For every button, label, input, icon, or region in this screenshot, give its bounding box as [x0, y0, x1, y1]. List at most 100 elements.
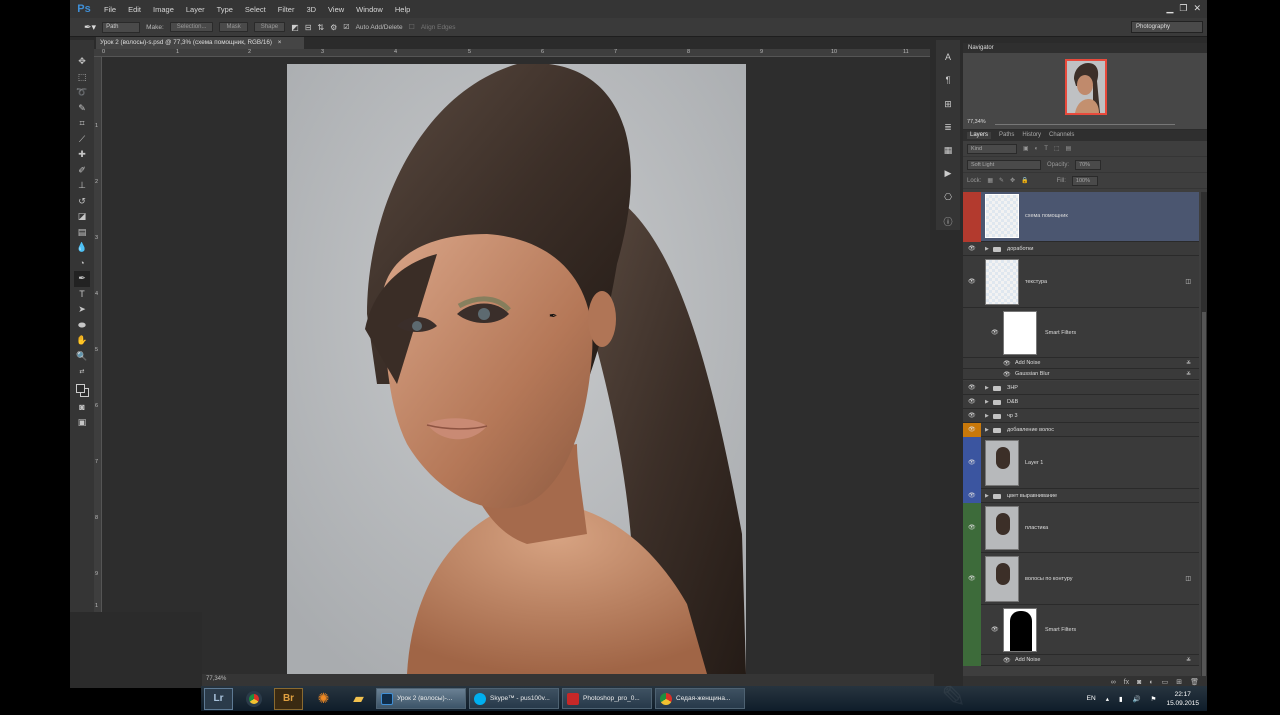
- layer-thumbnail[interactable]: [985, 259, 1019, 305]
- layer-name[interactable]: цвет выравнивание: [1007, 493, 1057, 499]
- layer-name[interactable]: доработки: [1007, 246, 1033, 252]
- visibility-eye-icon[interactable]: 👁: [968, 575, 976, 582]
- layer-row[interactable]: 👁 волосы по контуру ◫: [963, 553, 1199, 605]
- ellipse-tool-icon[interactable]: ⬬: [74, 318, 90, 334]
- firefox-icon[interactable]: ✺: [309, 688, 338, 710]
- fill-input[interactable]: 100%: [1071, 175, 1098, 186]
- menu-file[interactable]: File: [98, 5, 122, 14]
- marquee-tool-icon[interactable]: ⬚: [74, 70, 90, 86]
- blend-mode-select[interactable]: Soft Light: [967, 159, 1041, 170]
- network-icon[interactable]: ▮: [1119, 695, 1123, 703]
- mask-button[interactable]: Mask: [219, 22, 248, 32]
- dodge-tool-icon[interactable]: ◔: [74, 256, 90, 272]
- layer-group-row[interactable]: 👁 ▶ цвет выравнивание: [963, 489, 1199, 503]
- filter-pixel-icon[interactable]: ▣: [1023, 145, 1029, 152]
- layer-group-row[interactable]: 👁 ▶ доработки: [963, 242, 1199, 256]
- selection-button[interactable]: Selection...: [169, 22, 214, 32]
- menu-type[interactable]: Type: [211, 5, 239, 14]
- history-brush-tool-icon[interactable]: ↺: [74, 194, 90, 210]
- filter-smart-object-icon[interactable]: ▤: [1066, 145, 1072, 152]
- layer-name[interactable]: добавление волос: [1007, 427, 1054, 433]
- zoom-tool-icon[interactable]: 🔍: [74, 349, 90, 365]
- layer-name[interactable]: схема помощник: [1025, 213, 1068, 219]
- restore-icon[interactable]: ❐: [1179, 3, 1187, 14]
- portrait-photo[interactable]: ✒: [287, 64, 746, 674]
- navigator-zoom-value[interactable]: 77,34%: [967, 119, 986, 125]
- navigator-zoom-slider[interactable]: [995, 124, 1175, 125]
- visibility-eye-icon[interactable]: 👁: [1003, 360, 1011, 367]
- layer-name[interactable]: D&B: [1007, 399, 1018, 405]
- visibility-eye-icon[interactable]: 👁: [968, 426, 976, 433]
- vertical-ruler[interactable]: 1 2 3 4 5 6 7 8 9 1: [94, 57, 102, 613]
- path-arrangement-icon[interactable]: ⇅: [317, 23, 324, 32]
- file-explorer-icon[interactable]: ▰: [344, 688, 373, 710]
- expand-arrow-icon[interactable]: ▶: [985, 427, 989, 433]
- auto-add-delete-checkbox[interactable]: ☑: [343, 23, 349, 31]
- lock-position-icon[interactable]: ✥: [1010, 177, 1015, 184]
- minimize-icon[interactable]: ▁: [1166, 3, 1173, 14]
- screen-mode-icon[interactable]: ▣: [74, 415, 90, 431]
- menu-select[interactable]: Select: [239, 5, 272, 14]
- bridge-icon[interactable]: Br: [274, 687, 303, 710]
- brush-tool-icon[interactable]: ✐: [74, 163, 90, 179]
- layer-name[interactable]: чр 3: [1007, 413, 1018, 419]
- filter-mask-thumbnail[interactable]: [1003, 608, 1037, 652]
- layer-name[interactable]: Smart Filters: [1045, 330, 1076, 336]
- layer-row[interactable]: 👁 пластика: [963, 503, 1199, 553]
- visibility-eye-icon[interactable]: 👁: [968, 245, 976, 252]
- chrome-icon[interactable]: [239, 688, 268, 710]
- layer-name[interactable]: Gaussian Blur: [1015, 371, 1050, 377]
- gradient-tool-icon[interactable]: ▤: [74, 225, 90, 241]
- visibility-eye-icon[interactable]: 👁: [1003, 657, 1011, 664]
- visibility-eye-icon[interactable]: 👁: [1003, 371, 1011, 378]
- adjustments-panel-icon[interactable]: ⊞: [944, 99, 952, 114]
- new-adjustment-icon[interactable]: ◐: [1149, 679, 1153, 686]
- menu-window[interactable]: Window: [350, 5, 389, 14]
- pen-tool-icon[interactable]: ✒: [74, 271, 90, 287]
- hand-tool-icon[interactable]: ✋: [74, 333, 90, 349]
- taskbar-chrome[interactable]: Седая-женщина...: [655, 688, 745, 709]
- default-colors-icon[interactable]: ⇄: [74, 364, 90, 380]
- expand-arrow-icon[interactable]: ▶: [985, 413, 989, 419]
- tab-history[interactable]: History: [1022, 132, 1041, 139]
- healing-brush-tool-icon[interactable]: ✚: [74, 147, 90, 163]
- visibility-eye-icon[interactable]: 👁: [968, 524, 976, 531]
- eyedropper-tool-icon[interactable]: ⟋: [74, 132, 90, 148]
- filter-row[interactable]: 👁 Add Noise ≚: [963, 655, 1199, 666]
- expand-arrow-icon[interactable]: ▶: [985, 385, 989, 391]
- new-layer-icon[interactable]: ⊞: [1176, 678, 1182, 686]
- scrollbar-thumb[interactable]: [1202, 312, 1206, 688]
- navigator-title[interactable]: Navigator: [968, 45, 994, 51]
- layer-group-row[interactable]: 👁 ▶ ЗНР: [963, 381, 1199, 395]
- visibility-eye-icon[interactable]: 👁: [968, 492, 976, 499]
- settings-gear-icon[interactable]: ⚙: [330, 23, 337, 32]
- filter-mask-thumbnail[interactable]: [1003, 311, 1037, 355]
- layer-name[interactable]: текстура: [1025, 279, 1047, 285]
- filter-options-icon[interactable]: ≚: [1186, 657, 1191, 664]
- menu-layer[interactable]: Layer: [180, 5, 211, 14]
- filter-row[interactable]: 👁 Add Noise ≚: [963, 358, 1199, 369]
- align-edges-checkbox[interactable]: ☐: [409, 23, 415, 31]
- foreground-color-swatch[interactable]: [76, 383, 85, 393]
- language-indicator[interactable]: EN: [1087, 695, 1096, 702]
- clone-stamp-tool-icon[interactable]: ⊥: [74, 178, 90, 194]
- layer-thumbnail[interactable]: [985, 506, 1019, 550]
- smart-filters-row[interactable]: 👁 Smart Filters: [963, 308, 1199, 358]
- new-group-icon[interactable]: ▭: [1162, 678, 1169, 686]
- filter-shape-icon[interactable]: ⬚: [1054, 145, 1060, 152]
- workspace-select[interactable]: Photography: [1131, 21, 1203, 33]
- expand-arrow-icon[interactable]: ▶: [985, 399, 989, 405]
- navigator-thumbnail[interactable]: [1065, 59, 1107, 115]
- layer-row[interactable]: схема помощник: [963, 192, 1199, 242]
- visibility-eye-icon[interactable]: 👁: [968, 384, 976, 391]
- visibility-eye-icon[interactable]: 👁: [968, 278, 976, 285]
- tab-channels[interactable]: Channels: [1049, 132, 1074, 139]
- layer-name[interactable]: Add Noise: [1015, 360, 1040, 366]
- filter-row[interactable]: 👁 Gaussian Blur ≚: [963, 369, 1199, 380]
- blur-tool-icon[interactable]: 💧: [74, 240, 90, 256]
- close-icon[interactable]: ✕: [1193, 3, 1201, 14]
- layer-style-icon[interactable]: fx: [1124, 679, 1129, 686]
- info-panel-icon[interactable]: ⓘ: [943, 215, 952, 230]
- delete-layer-icon[interactable]: 🗑: [1190, 678, 1199, 686]
- menu-image[interactable]: Image: [147, 5, 180, 14]
